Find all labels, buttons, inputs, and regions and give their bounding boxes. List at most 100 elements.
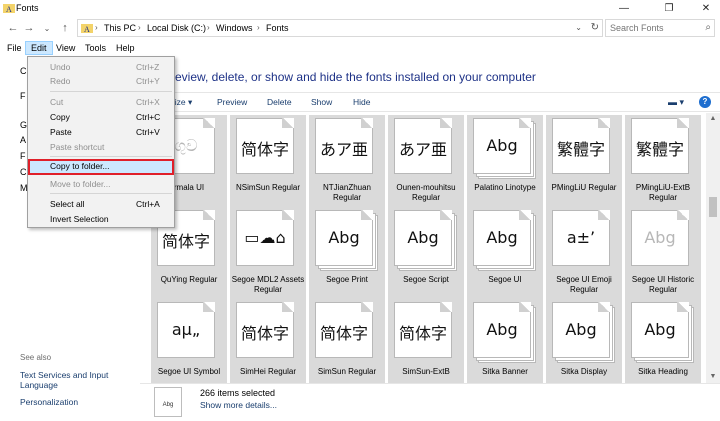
pane-link-fragment[interactable]: F	[20, 91, 26, 101]
up-arrow-icon[interactable]: ↑	[58, 21, 72, 35]
vertical-scrollbar[interactable]: ▲ ▼	[706, 113, 720, 383]
back-arrow-icon[interactable]: ←	[6, 21, 20, 35]
page-fold-corner	[519, 210, 531, 220]
pane-link-fragment[interactable]: G	[20, 120, 27, 130]
pane-link-fragment[interactable]: C	[20, 66, 27, 76]
menu-item-label: Invert Selection	[50, 214, 109, 224]
menu-item-redo[interactable]: Redo Ctrl+Y	[28, 74, 174, 88]
font-file-icon: Abg	[631, 210, 695, 272]
font-tile[interactable]: Abg Palatino Linotype	[467, 115, 543, 207]
hide-button[interactable]: Hide	[353, 97, 370, 107]
pane-link-fragment[interactable]: F	[20, 151, 26, 161]
font-name-label: Ounen-mouhitsu Regular	[396, 183, 456, 202]
font-file-icon: Abg	[552, 302, 616, 364]
pane-link-fragment[interactable]: A	[20, 135, 26, 145]
menu-edit[interactable]: Edit	[25, 41, 53, 55]
search-box[interactable]: ⌕	[605, 19, 715, 37]
font-name-label: SimHei Regular	[239, 367, 297, 376]
font-tile[interactable]: 简体字 SimSun-ExtB	[388, 299, 464, 383]
font-tile[interactable]: ▭☁⌂ Segoe MDL2 Assets Regular	[230, 207, 306, 299]
font-name-label: Segoe Script	[403, 275, 449, 284]
font-sample-text: aμ„	[171, 320, 201, 339]
menu-help[interactable]: Help	[111, 41, 140, 55]
menu-item-select-all[interactable]: Select all Ctrl+A	[28, 197, 174, 211]
font-tile[interactable]: a±’ Segoe UI Emoji Regular	[546, 207, 622, 299]
font-tile[interactable]: Abg Sitka Banner	[467, 299, 543, 383]
font-tile[interactable]: Abg Segoe Script	[388, 207, 464, 299]
preview-button[interactable]: Preview	[217, 97, 247, 107]
font-tile[interactable]: あア亜 NTJianZhuan Regular	[309, 115, 385, 207]
font-name-label: Sitka Banner	[482, 367, 528, 376]
show-button[interactable]: Show	[311, 97, 332, 107]
address-bar[interactable]: A › This PC › Local Disk (C:) › Windows …	[77, 19, 603, 37]
address-dropdown-chevron-icon[interactable]: ⌄	[575, 23, 582, 32]
font-tile[interactable]: 简体字 NSimSun Regular	[230, 115, 306, 207]
font-file-icon: ▭☁⌂	[236, 210, 300, 272]
page-fold-corner	[440, 210, 452, 220]
menu-item-copy-to-folder[interactable]: Copy to folder...	[28, 159, 174, 175]
help-icon[interactable]: ?	[699, 96, 711, 108]
menu-separator	[50, 193, 172, 194]
menu-item-paste-shortcut[interactable]: Paste shortcut	[28, 140, 174, 154]
font-name-label: Segoe UI Symbol	[157, 367, 221, 376]
menu-separator	[50, 91, 172, 92]
recent-locations-chevron-icon[interactable]: ⌄	[40, 21, 54, 35]
scrollbar-thumb[interactable]	[709, 197, 717, 217]
forward-arrow-icon[interactable]: →	[22, 21, 36, 35]
breadcrumb-local-disk[interactable]: Local Disk (C:)	[147, 23, 206, 33]
scroll-up-arrow-icon[interactable]: ▲	[706, 113, 720, 125]
scroll-down-arrow-icon[interactable]: ▼	[706, 371, 720, 383]
refresh-icon[interactable]: ↻	[591, 22, 599, 33]
menu-item-cut[interactable]: Cut Ctrl+X	[28, 95, 174, 109]
font-tile[interactable]: 繁體字 PMingLiU-ExtB Regular	[625, 115, 701, 207]
details-pane: Abg 266 items selected Show more details…	[140, 383, 720, 421]
font-tile[interactable]: aμ„ Segoe UI Symbol	[151, 299, 227, 383]
font-tile[interactable]: あア亜 Ounen-mouhitsu Regular	[388, 115, 464, 207]
menu-item-label: Cut	[50, 97, 64, 107]
breadcrumb-fonts[interactable]: Fonts	[266, 23, 289, 33]
font-tile[interactable]: 简体字 SimHei Regular	[230, 299, 306, 383]
menu-file[interactable]: File	[2, 41, 27, 55]
page-fold-corner	[440, 302, 452, 312]
breadcrumb-windows[interactable]: Windows	[216, 23, 253, 33]
menu-item-invert-selection[interactable]: Invert Selection	[28, 212, 174, 226]
view-options-icon[interactable]: ▬ ▾	[668, 97, 684, 108]
menu-item-move-to-folder[interactable]: Move to folder...	[28, 177, 174, 191]
font-tile[interactable]: Abg Sitka Display	[546, 299, 622, 383]
close-button[interactable]: ✕	[692, 0, 720, 16]
font-file-icon: あア亜	[315, 118, 379, 180]
show-more-details-link[interactable]: Show more details...	[200, 400, 277, 410]
menu-item-label: Copy	[50, 112, 70, 122]
font-tile[interactable]: Abg Segoe UI Historic Regular	[625, 207, 701, 299]
page-fold-corner	[677, 210, 689, 220]
search-icon[interactable]: ⌕	[705, 22, 711, 33]
personalization-link[interactable]: Personalization	[20, 397, 120, 407]
font-tile[interactable]: Abg Sitka Heading	[625, 299, 701, 383]
font-tile[interactable]: 繁體字 PMingLiU Regular	[546, 115, 622, 207]
font-sample-text: Abg	[486, 136, 518, 155]
minimize-button[interactable]: —	[610, 0, 638, 16]
delete-button[interactable]: Delete	[267, 97, 292, 107]
menu-item-shortcut: Ctrl+A	[136, 199, 160, 209]
page-fold-corner	[361, 302, 373, 312]
font-sample-text: 简体字	[240, 140, 289, 159]
text-services-link[interactable]: Text Services and Input Language	[20, 370, 120, 390]
navigation-bar: ← → ⌄ ↑ A › This PC › Local Disk (C:) › …	[0, 18, 720, 38]
search-input[interactable]	[606, 20, 696, 36]
font-tile[interactable]: Abg Segoe UI	[467, 207, 543, 299]
menu-item-copy[interactable]: Copy Ctrl+C	[28, 110, 174, 124]
pane-link-fragment[interactable]: C	[20, 167, 27, 177]
font-tile[interactable]: Abg Segoe Print	[309, 207, 385, 299]
menu-tools[interactable]: Tools	[80, 41, 111, 55]
font-name-label: Sitka Heading	[638, 367, 688, 376]
fonts-folder-icon: A	[81, 24, 93, 34]
font-name-label: Palatino Linotype	[474, 183, 536, 192]
breadcrumb-this-pc[interactable]: This PC	[104, 23, 136, 33]
font-sample-text: Abg	[644, 320, 676, 339]
maximize-button[interactable]: ❐	[655, 0, 683, 16]
menu-item-paste[interactable]: Paste Ctrl+V	[28, 125, 174, 139]
menu-item-undo[interactable]: Undo Ctrl+Z	[28, 60, 174, 74]
menu-view[interactable]: View	[51, 41, 80, 55]
menu-item-label: Paste shortcut	[50, 142, 105, 152]
font-tile[interactable]: 简体字 SimSun Regular	[309, 299, 385, 383]
